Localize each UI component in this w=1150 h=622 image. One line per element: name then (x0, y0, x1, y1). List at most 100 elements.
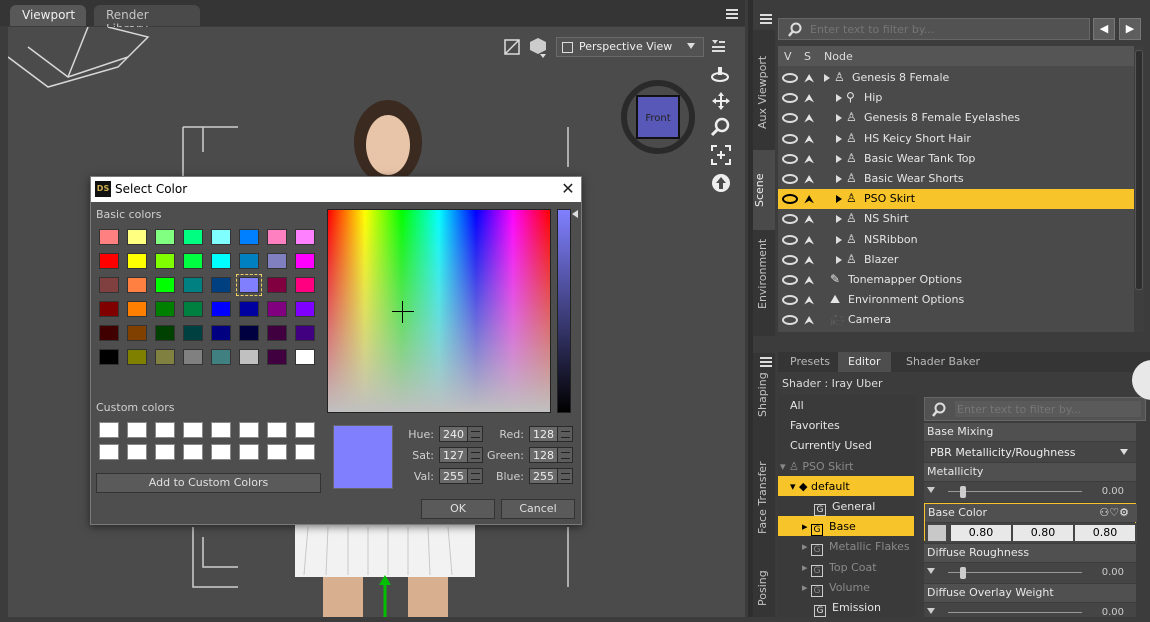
blue-spinner[interactable] (557, 468, 573, 484)
expand-arrow-icon[interactable] (836, 255, 842, 264)
selectable-cursor-icon[interactable]: ⮝ (804, 233, 814, 248)
draw-style-icon[interactable] (503, 38, 521, 56)
hue-spinner[interactable] (467, 426, 483, 442)
selectable-cursor-icon[interactable]: ⮝ (804, 152, 814, 167)
expand-arrow-icon[interactable] (836, 94, 842, 103)
surface-category-item[interactable]: ▸ G Base (778, 516, 914, 537)
basic-color-swatch[interactable] (155, 253, 175, 269)
basic-color-swatch[interactable] (239, 325, 259, 341)
scene-menu-icon[interactable] (758, 12, 774, 26)
basic-color-swatch[interactable] (127, 253, 147, 269)
basic-color-swatch[interactable] (99, 325, 119, 341)
basic-color-swatch[interactable] (155, 301, 175, 317)
basic-color-swatch[interactable] (239, 349, 259, 365)
viewport-menu-icon[interactable] (710, 38, 728, 56)
visibility-eye-icon[interactable] (782, 133, 798, 144)
surface-category-item[interactable]: ▾ ♙ PSO Skirt (778, 456, 916, 476)
selectable-cursor-icon[interactable]: ⮝ (804, 91, 814, 106)
basic-color-swatch[interactable] (99, 277, 119, 293)
val-field[interactable]: 255 (439, 468, 469, 484)
basic-color-swatch[interactable] (155, 325, 175, 341)
collapse-arrow-icon[interactable]: ▾ (790, 480, 799, 493)
scene-filter-input[interactable] (810, 20, 1090, 38)
green-field[interactable]: 128 (529, 447, 559, 463)
selectable-cursor-icon[interactable]: ⮝ (804, 253, 814, 268)
scene-node-row[interactable]: ⮝ ✎ Tonemapper Options (778, 270, 1134, 290)
expand-arrow-icon[interactable] (824, 74, 830, 82)
basic-color-swatch[interactable] (239, 253, 259, 269)
visibility-eye-icon[interactable] (782, 113, 798, 124)
dialog-titlebar[interactable]: DS Select Color ✕ (91, 177, 581, 202)
value-slider[interactable] (557, 209, 571, 413)
selectable-cursor-icon[interactable]: ⮝ (804, 313, 814, 328)
surface-category-item[interactable]: Currently Used (778, 435, 916, 455)
selectable-cursor-icon[interactable]: ⮝ (804, 192, 814, 207)
selectable-cursor-icon[interactable]: ⮝ (804, 111, 814, 126)
expand-arrow-icon[interactable]: ▸ (802, 540, 811, 553)
surface-category-item[interactable]: G General (778, 496, 916, 516)
diffuse-roughness-slider-knob[interactable] (960, 567, 966, 579)
basic-color-swatch[interactable] (295, 325, 315, 341)
expand-arrow-icon[interactable] (836, 154, 842, 163)
basic-color-swatch[interactable] (127, 325, 147, 341)
basic-color-swatch[interactable] (127, 229, 147, 245)
scene-node-row[interactable]: ⮝ ⚲ Hip (778, 88, 1134, 108)
diffuse-roughness-value[interactable]: 0.00 (1102, 567, 1124, 578)
expand-arrow-icon[interactable] (836, 215, 842, 224)
expand-arrow-icon[interactable] (836, 235, 842, 244)
hue-field[interactable]: 240 (439, 426, 469, 442)
green-spinner[interactable] (557, 447, 573, 463)
scene-node-row[interactable]: ⮝ ⛰ Environment Options (778, 290, 1134, 310)
diffuse-overlay-slider[interactable] (948, 612, 1082, 613)
tab-viewport[interactable]: Viewport (10, 5, 86, 26)
basic-color-swatch[interactable] (239, 229, 259, 245)
basic-color-swatch[interactable] (211, 277, 231, 293)
selectable-cursor-icon[interactable]: ⮝ (804, 273, 814, 288)
custom-color-swatch[interactable] (99, 444, 119, 460)
nav-back-button[interactable]: ◀ (1093, 18, 1115, 40)
expand-arrow-icon[interactable]: ▸ (802, 581, 811, 594)
cancel-button[interactable]: Cancel (501, 499, 575, 519)
side-tab-aux-viewport[interactable]: Aux Viewport (756, 48, 769, 136)
tab-shader-baker[interactable]: Shader Baker (896, 352, 990, 372)
basic-color-swatch[interactable] (127, 349, 147, 365)
panel-menu-icon[interactable] (724, 6, 740, 22)
basic-color-swatch[interactable] (211, 301, 231, 317)
view-select[interactable]: Perspective View (556, 37, 704, 57)
custom-color-swatch[interactable] (127, 444, 147, 460)
visibility-eye-icon[interactable] (782, 254, 798, 265)
custom-color-swatch[interactable] (183, 444, 203, 460)
side-tab-environment[interactable]: Environment (756, 226, 769, 322)
basic-color-swatch[interactable] (267, 349, 287, 365)
nav-forward-button[interactable]: ▶ (1119, 18, 1141, 40)
selectable-cursor-icon[interactable]: ⮝ (804, 71, 814, 86)
basic-color-swatch[interactable] (267, 277, 287, 293)
custom-color-swatch[interactable] (211, 444, 231, 460)
surfaces-menu-icon[interactable] (758, 355, 774, 369)
expand-arrow-icon[interactable] (836, 134, 842, 143)
red-spinner[interactable] (557, 426, 573, 442)
scene-node-row[interactable]: ⮝ ♙ HS Keicy Short Hair (778, 129, 1134, 149)
scene-node-row[interactable]: ⮝ ♙ Genesis 8 Female (778, 68, 1134, 88)
hue-saturation-picker[interactable] (327, 209, 551, 413)
scene-node-row[interactable]: ⮝ ♙ Genesis 8 Female Eyelashes (778, 108, 1134, 128)
basic-color-swatch[interactable] (267, 325, 287, 341)
sat-spinner[interactable] (467, 447, 483, 463)
basic-color-swatch[interactable] (211, 229, 231, 245)
dropdown-arrow-icon[interactable] (927, 487, 935, 493)
basic-color-swatch[interactable] (99, 253, 119, 269)
base-color-g[interactable]: 0.80 (1013, 525, 1073, 541)
tab-editor[interactable]: Editor (838, 352, 891, 372)
side-tab-face-transfer[interactable]: Face Transfer (756, 453, 769, 543)
surface-category-item[interactable]: ▸ G Top Coat (778, 557, 916, 577)
scene-node-row[interactable]: ⮝ ♙ Basic Wear Tank Top (778, 149, 1134, 169)
basic-color-swatch[interactable] (155, 229, 175, 245)
collapse-arrow-icon[interactable]: ▾ (780, 460, 789, 473)
basic-color-swatch[interactable] (99, 301, 119, 317)
selectable-cursor-icon[interactable]: ⮝ (804, 293, 814, 308)
metallicity-slider-knob[interactable] (960, 486, 966, 498)
surface-category-item[interactable]: G Emission (778, 597, 916, 617)
dropdown-arrow-icon[interactable] (927, 568, 935, 574)
custom-color-swatch[interactable] (183, 422, 203, 438)
custom-color-swatch[interactable] (267, 422, 287, 438)
